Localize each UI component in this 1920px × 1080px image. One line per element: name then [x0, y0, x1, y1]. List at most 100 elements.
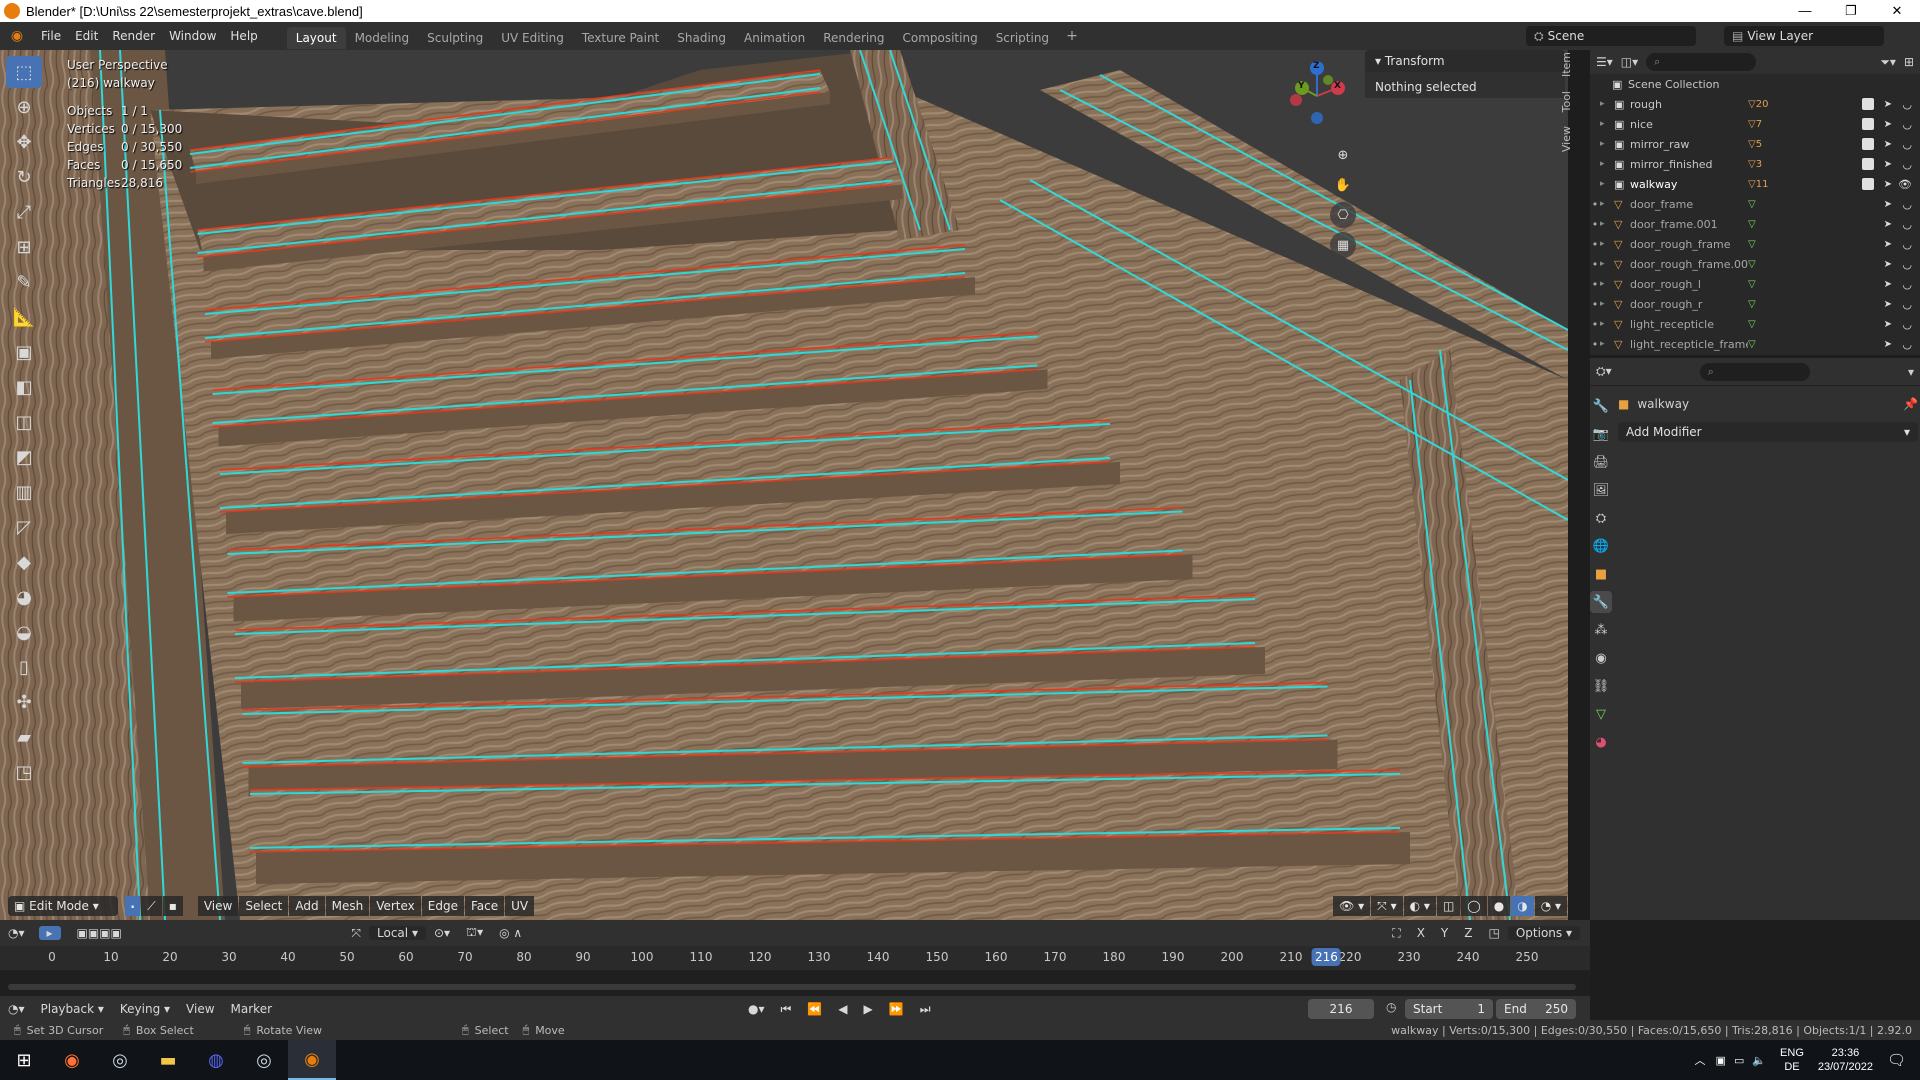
- outliner-collection-row[interactable]: ▸ ▣ walkway ▽11 ➤ 👁: [1590, 174, 1920, 194]
- selectable-icon[interactable]: ➤: [1884, 299, 1892, 310]
- overlay-toggle-icon[interactable]: ◐ ▾: [1403, 896, 1436, 916]
- menu-vertex[interactable]: Vertex: [370, 896, 421, 916]
- outliner-object-row[interactable]: • ▸ ▽ light_recepticle ▽ ➤ ◡: [1590, 314, 1920, 334]
- proportional-edit-icon[interactable]: ◎ ∧: [491, 926, 530, 940]
- axis-y[interactable]: Y: [1433, 926, 1456, 940]
- expand-arrow-icon[interactable]: ▸: [1600, 239, 1614, 249]
- blender-menu-icon[interactable]: ◉: [0, 28, 34, 44]
- menu-keying[interactable]: Keying ▾: [112, 1002, 178, 1016]
- selectable-icon[interactable]: ➤: [1884, 119, 1892, 130]
- visibility-eye-icon[interactable]: ◡: [1902, 98, 1912, 111]
- menu-select[interactable]: Select: [239, 896, 289, 916]
- navigation-gizmo[interactable]: Z Y X: [1282, 56, 1352, 136]
- edge-slide-tool-icon[interactable]: ▯: [6, 651, 42, 683]
- rip-tool-icon[interactable]: ◳: [6, 756, 42, 788]
- expand-arrow-icon[interactable]: ▸: [1600, 179, 1614, 189]
- timeline-editor-icon[interactable]: ◔▾: [0, 926, 33, 940]
- selectable-icon[interactable]: ➤: [1884, 99, 1892, 110]
- tab-sculpting[interactable]: Sculpting: [418, 27, 492, 49]
- move-tool-icon[interactable]: ✥: [6, 126, 42, 158]
- knife-tool-icon[interactable]: ◸: [6, 511, 42, 543]
- select-box-tool-icon[interactable]: ⬚: [6, 56, 42, 88]
- outliner-object-row[interactable]: • ▸ ▽ door_frame.001 ▽ ➤ ◡: [1590, 214, 1920, 234]
- edge-select-icon[interactable]: ⟋: [141, 896, 162, 916]
- selectable-icon[interactable]: ➤: [1884, 239, 1892, 250]
- grid-view-icon[interactable]: ▦: [1330, 232, 1356, 258]
- props-options-icon[interactable]: ▾: [1908, 365, 1914, 379]
- visibility-eye-icon[interactable]: ◡: [1902, 318, 1912, 331]
- expand-arrow-icon[interactable]: ▸: [1600, 319, 1614, 329]
- output-tab-icon[interactable]: 🖨: [1590, 451, 1612, 473]
- tab-animation[interactable]: Animation: [735, 27, 814, 49]
- selectable-icon[interactable]: ➤: [1884, 339, 1892, 350]
- auto-merge-icon[interactable]: ◳: [1481, 926, 1508, 940]
- menu-file[interactable]: File: [34, 22, 68, 50]
- start-frame-field[interactable]: Start 1: [1405, 999, 1493, 1019]
- annotate-tool-icon[interactable]: ✎: [6, 266, 42, 298]
- menu-edge[interactable]: Edge: [421, 896, 464, 916]
- tab-layout[interactable]: Layout: [286, 27, 346, 49]
- expand-arrow-icon[interactable]: ▸: [1600, 219, 1614, 229]
- expand-arrow-icon[interactable]: ▸: [1600, 99, 1614, 109]
- file-explorer-icon[interactable]: ▬: [144, 1040, 192, 1080]
- add-cube-tool-icon[interactable]: ▣: [6, 336, 42, 368]
- rotate-tool-icon[interactable]: ↻: [6, 161, 42, 193]
- select-tool-icon[interactable]: ▸: [38, 926, 61, 940]
- close-button[interactable]: ✕: [1874, 0, 1920, 22]
- clock[interactable]: 23:36 23/07/2022: [1818, 1046, 1873, 1074]
- selectable-icon[interactable]: ➤: [1884, 219, 1892, 230]
- expand-arrow-icon[interactable]: ▸: [1600, 159, 1614, 169]
- view-layer-tab-icon[interactable]: 🖼: [1590, 479, 1612, 501]
- menu-face[interactable]: Face: [464, 896, 505, 916]
- selectable-icon[interactable]: ➤: [1884, 179, 1892, 190]
- exclude-checkbox[interactable]: [1862, 178, 1874, 190]
- notifications-icon[interactable]: 🗨: [1887, 1051, 1906, 1069]
- expand-arrow-icon[interactable]: ▸: [1600, 199, 1614, 209]
- pin-icon[interactable]: 📌: [1903, 397, 1918, 411]
- view-layer-selector[interactable]: ▤ View Layer: [1724, 26, 1884, 46]
- outliner-search-input[interactable]: ⌕: [1646, 53, 1757, 71]
- tab-rendering[interactable]: Rendering: [814, 27, 893, 49]
- extrude-tool-icon[interactable]: ◧: [6, 371, 42, 403]
- tab-scripting[interactable]: Scripting: [987, 27, 1058, 49]
- filter-icon[interactable]: ⏷▾: [1880, 55, 1896, 70]
- jump-start-icon[interactable]: ⏮: [773, 1002, 800, 1017]
- selectable-icon[interactable]: ➤: [1884, 259, 1892, 270]
- next-keyframe-icon[interactable]: ⏩: [881, 1002, 912, 1016]
- mirror-icon[interactable]: ⛶: [1384, 926, 1408, 941]
- face-select-icon[interactable]: ▪: [162, 896, 183, 916]
- cursor-tool-icon[interactable]: ⊕: [6, 91, 42, 123]
- outliner-collection-row[interactable]: ▸ ▣ mirror_finished ▽3 ➤ ◡: [1590, 154, 1920, 174]
- transform-orientation-select[interactable]: Local ▾: [369, 926, 426, 940]
- shading-solid-icon[interactable]: ●: [1487, 896, 1511, 916]
- outliner-collection-row[interactable]: ▸ ▣ rough ▽20 ➤ ◡: [1590, 94, 1920, 114]
- zoom-icon[interactable]: ⊕: [1330, 142, 1356, 168]
- inset-tool-icon[interactable]: ◫: [6, 406, 42, 438]
- tray-app-icon[interactable]: ▣: [1716, 1054, 1726, 1067]
- blender-taskbar-icon[interactable]: ◉: [288, 1040, 336, 1080]
- tray-chevron-icon[interactable]: ︿: [1695, 1052, 1706, 1068]
- scene-selector[interactable]: ⛭ Scene: [1526, 26, 1696, 46]
- bevel-tool-icon[interactable]: ◩: [6, 441, 42, 473]
- measure-tool-icon[interactable]: 📐: [6, 301, 42, 333]
- tab-shading[interactable]: Shading: [668, 27, 735, 49]
- spin-tool-icon[interactable]: ◕: [6, 581, 42, 613]
- selectable-icon[interactable]: ➤: [1884, 159, 1892, 170]
- steam-icon[interactable]: ◎: [96, 1040, 144, 1080]
- tab-view[interactable]: View: [1560, 126, 1573, 152]
- outliner-object-row[interactable]: • ▸ ▽ light_recepticle_frame ▽ ➤ ◡: [1590, 334, 1920, 354]
- props-editor-type-icon[interactable]: ⛭▾: [1596, 364, 1612, 379]
- modifier-tab-icon[interactable]: 🔧: [1590, 591, 1612, 613]
- expand-arrow-icon[interactable]: ▸: [1600, 139, 1614, 149]
- visibility-eye-icon[interactable]: ◡: [1902, 218, 1912, 231]
- visibility-icon[interactable]: 👁 ▾: [1333, 896, 1371, 916]
- world-tab-icon[interactable]: 🌐: [1590, 535, 1612, 557]
- editor-type-icon[interactable]: ☰▾: [1596, 55, 1613, 69]
- physics-tab-icon[interactable]: ◉: [1590, 647, 1612, 669]
- minimize-button[interactable]: —: [1782, 0, 1828, 22]
- transform-header[interactable]: ▾ Transform: [1365, 50, 1565, 72]
- visibility-eye-icon[interactable]: ◡: [1902, 278, 1912, 291]
- steam-icon-2[interactable]: ◎: [240, 1040, 288, 1080]
- menu-window[interactable]: Window: [162, 22, 223, 50]
- visibility-eye-icon[interactable]: ◡: [1902, 258, 1912, 271]
